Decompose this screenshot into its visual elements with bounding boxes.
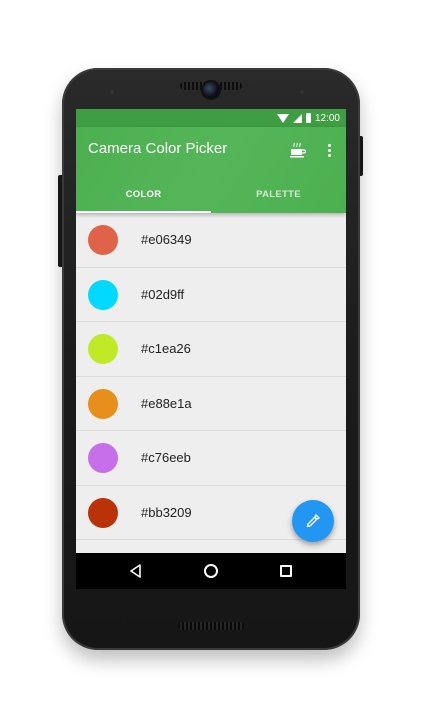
color-list: #e06349 #02d9ff #c1ea26 #e88e1a #c76eeb …: [76, 213, 346, 540]
color-hex: #e88e1a: [141, 395, 192, 411]
eyedropper-fab[interactable]: [292, 500, 334, 542]
color-hex: #c76eeb: [141, 450, 191, 465]
tab-color[interactable]: COLOR: [76, 175, 211, 213]
back-icon[interactable]: [129, 564, 143, 578]
eyedropper-icon: [306, 514, 320, 528]
signal-icon: [292, 113, 302, 123]
sensor-dot: [110, 90, 114, 94]
color-hex: #c1ea26: [141, 341, 191, 356]
color-swatch: [88, 225, 118, 255]
list-item[interactable]: #02d9ff: [76, 268, 346, 322]
color-swatch: [88, 497, 118, 528]
color-swatch: [88, 443, 118, 473]
front-camera: [203, 82, 219, 98]
wifi-icon: [276, 113, 289, 123]
navigation-bar: [76, 553, 346, 589]
list-item[interactable]: #c76eeb: [76, 431, 346, 486]
color-swatch: [88, 388, 118, 419]
app-bar: Camera Color Picker COLOR PALETTE: [76, 127, 346, 213]
recents-icon[interactable]: [280, 565, 292, 577]
sensor-dot: [300, 90, 304, 94]
coffee-icon[interactable]: [289, 141, 307, 159]
battery-icon: [305, 113, 311, 123]
color-hex: #bb3209: [141, 504, 192, 520]
tab-palette[interactable]: PALETTE: [211, 175, 346, 213]
status-bar: 12:00: [76, 109, 346, 127]
color-hex: #e06349: [141, 232, 192, 247]
home-icon[interactable]: [204, 564, 218, 578]
overflow-menu-icon[interactable]: [324, 141, 334, 159]
bottom-speaker: [178, 622, 244, 630]
tab-bar: COLOR PALETTE: [76, 175, 346, 213]
color-hex: #02d9ff: [141, 286, 185, 302]
color-swatch: [88, 279, 118, 310]
screen: 12:00 Camera Color Picker COLOR PALETTE …: [76, 109, 346, 589]
color-swatch: [88, 334, 118, 364]
list-item[interactable]: #c1ea26: [76, 322, 346, 377]
app-title: Camera Color Picker: [88, 140, 228, 157]
list-item[interactable]: #e88e1a: [76, 377, 346, 431]
list-item[interactable]: #e06349: [76, 213, 346, 268]
status-time: 12:00: [314, 112, 340, 124]
